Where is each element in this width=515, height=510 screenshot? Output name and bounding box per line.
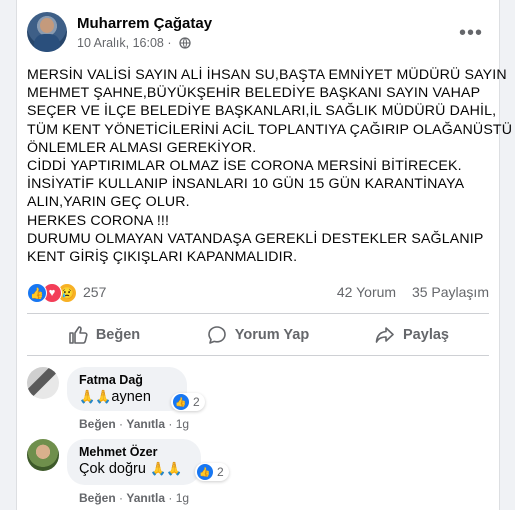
post-line: ALIN,YARIN GEÇ OLUR. — [27, 194, 190, 211]
like-reaction-icon: 👍 — [173, 394, 189, 410]
comment-reply-link[interactable]: Yanıtla — [126, 417, 165, 431]
post-line: TÜM KENT YÖNETİCİLERİNİ ACİL TOPLANTIYA … — [27, 121, 513, 138]
post-timestamp[interactable]: 10 Aralık, 16:08 — [77, 36, 164, 50]
comment-like-link[interactable]: Beğen — [79, 417, 116, 431]
post-line: MERSİN VALİSİ SAYIN ALİ İHSAN SU,BAŞTA E… — [27, 67, 507, 83]
comment-bubble: Mehmet Özer Çok doğru 🙏🙏 — [67, 439, 201, 485]
globe-icon — [179, 37, 191, 52]
commenter-avatar[interactable] — [27, 439, 59, 471]
comment-reaction-count: 2 — [193, 395, 200, 409]
share-count[interactable]: 35 Paylaşım — [412, 284, 489, 300]
comment-label: Yorum Yap — [234, 327, 310, 343]
comment-reply-link[interactable]: Yanıtla — [126, 491, 165, 505]
share-arrow-icon — [375, 327, 394, 343]
reaction-summary[interactable]: 👍 ♥ 😢 — [27, 283, 87, 303]
divider — [27, 313, 489, 314]
comment-age[interactable]: 1g — [176, 417, 189, 431]
post-actions: Beğen Yorum Yap Paylaş — [27, 318, 489, 352]
meta-separator: · — [167, 36, 172, 50]
commenter-name[interactable]: Fatma Dağ — [79, 373, 175, 387]
divider — [27, 355, 489, 356]
comment-text: 🙏🙏aynen — [79, 389, 151, 405]
author-avatar[interactable] — [27, 12, 67, 52]
post-card: Muharrem Çağatay 10 Aralık, 16:08 · ••• … — [16, 0, 513, 510]
comment-like-link[interactable]: Beğen — [79, 491, 116, 505]
commenter-avatar[interactable] — [27, 367, 59, 399]
post-line: HERKES CORONA !!! — [27, 212, 170, 229]
post-meta: 10 Aralık, 16:08 · — [77, 36, 191, 52]
comment-item: Fatma Dağ 🙏🙏aynen 👍 2 Beğen · Yanıtla · … — [27, 367, 489, 431]
share-label: Paylaş — [403, 327, 449, 343]
comment-reaction-count: 2 — [217, 465, 224, 479]
author-name[interactable]: Muharrem Çağatay — [77, 15, 212, 32]
post-header: Muharrem Çağatay 10 Aralık, 16:08 · ••• — [27, 12, 489, 56]
commenter-name[interactable]: Mehmet Özer — [79, 445, 189, 459]
praying-hands-emoji: 🙏🙏 — [79, 389, 112, 404]
comment-age[interactable]: 1g — [176, 491, 189, 505]
post-line: İNSİYATİF KULLANIP İNSANLARI 10 GÜN 15 G… — [27, 176, 465, 193]
like-button[interactable]: Beğen — [27, 318, 181, 352]
post-text: MERSİN VALİSİ SAYIN ALİ İHSAN SU,BAŞTA E… — [27, 66, 513, 266]
comment-reaction-badge[interactable]: 👍 2 — [171, 393, 205, 411]
engagement-counts: 42 Yorum 35 Paylaşım — [325, 284, 489, 300]
reaction-count[interactable]: 257 — [83, 284, 106, 300]
comment-text: Çok doğru 🙏🙏 — [79, 461, 183, 477]
comment-icon — [207, 326, 226, 344]
comment-item: Mehmet Özer Çok doğru 🙏🙏 👍 2 Beğen · Yan… — [27, 439, 489, 505]
share-button[interactable]: Paylaş — [335, 318, 489, 352]
comment-button[interactable]: Yorum Yap — [181, 318, 335, 352]
comment-actions: Beğen · Yanıtla · 1g — [79, 417, 190, 431]
comment-bubble: Fatma Dağ 🙏🙏aynen — [67, 367, 187, 411]
like-label: Beğen — [95, 327, 141, 343]
like-reaction-icon: 👍 — [197, 464, 213, 480]
post-line: DURUMU OLMAYAN VATANDAŞA GEREKLİ DESTEKL… — [27, 230, 484, 247]
post-line: SEÇER VE İLÇE BELEDİYE BAŞKANLARI,İL SAĞ… — [27, 103, 497, 120]
comment-reaction-badge[interactable]: 👍 2 — [195, 463, 229, 481]
comment-count[interactable]: 42 Yorum — [337, 284, 396, 300]
post-line: KENT GİRİŞ ÇIKIŞLARI KAPANMALIDIR. — [27, 249, 298, 266]
post-line: MEHMET ŞAHNE,BÜYÜKŞEHİR BELEDİYE BAŞKANI… — [27, 85, 481, 102]
post-stats: 👍 ♥ 😢 257 42 Yorum 35 Paylaşım — [27, 283, 489, 305]
like-reaction-icon: 👍 — [27, 283, 47, 303]
more-dots-icon[interactable]: ••• — [459, 22, 483, 45]
post-line: ÖNLEMLER ALMASI GEREKİYOR. — [27, 139, 257, 156]
thumbs-up-icon — [69, 326, 88, 344]
comment-actions: Beğen · Yanıtla · 1g — [79, 491, 190, 505]
praying-hands-emoji: 🙏🙏 — [149, 461, 183, 476]
post-line: CİDDİ YAPTIRIMLAR OLMAZ İSE CORONA MERSİ… — [27, 158, 462, 175]
